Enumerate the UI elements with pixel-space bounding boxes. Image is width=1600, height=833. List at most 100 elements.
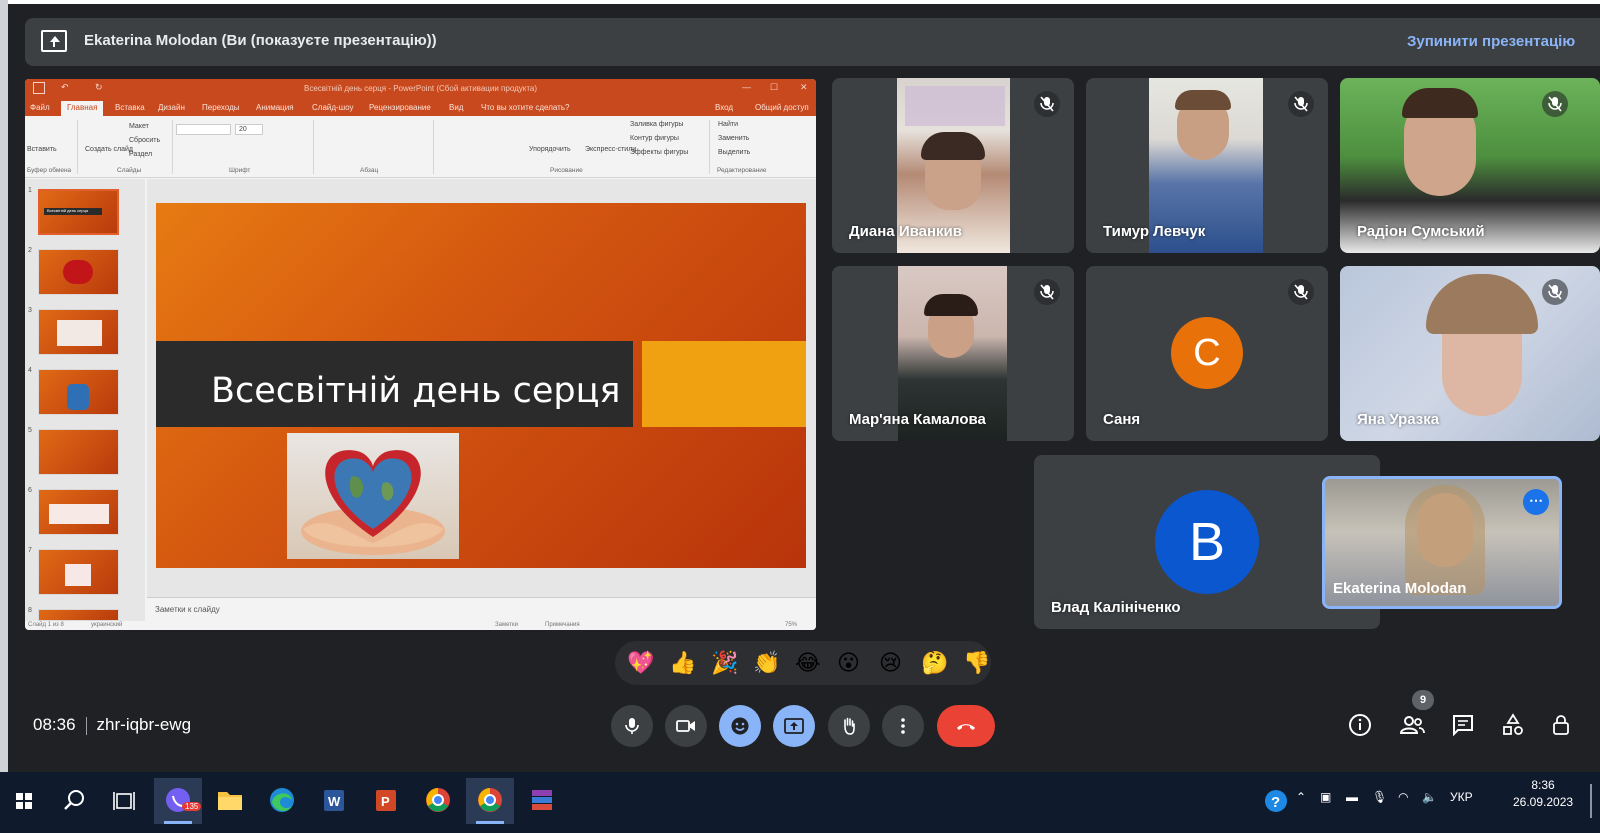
host-controls-icon[interactable]: [1550, 713, 1574, 737]
volume-icon[interactable]: 🔈: [1422, 790, 1437, 804]
present-button[interactable]: [773, 705, 815, 747]
stop-presenting-button[interactable]: Зупинити презентацію: [1407, 33, 1575, 50]
reaction-party[interactable]: 🎉: [711, 651, 738, 676]
camera-button[interactable]: [665, 705, 707, 747]
redo-icon[interactable]: ↻: [95, 82, 103, 93]
select-button[interactable]: Выделить: [718, 149, 750, 156]
slide-thumb-8[interactable]: [38, 609, 119, 621]
activities-icon[interactable]: [1501, 713, 1525, 737]
find-button[interactable]: Найти: [718, 121, 738, 128]
taskbar-chrome[interactable]: [414, 778, 462, 824]
more-options-button[interactable]: [882, 705, 924, 747]
presenting-banner: Ekaterina Molodan (Ви (показуєте презент…: [25, 18, 1600, 66]
replace-button[interactable]: Заменить: [718, 135, 749, 142]
paste-button[interactable]: Вставить: [27, 146, 57, 153]
comments-toggle[interactable]: Примечания: [545, 622, 580, 628]
chevron-up-icon[interactable]: ⌃: [1296, 790, 1306, 804]
slide-thumb-3[interactable]: [38, 309, 119, 355]
tab-transitions[interactable]: Переходы: [202, 103, 240, 112]
shape-fill-button[interactable]: Заливка фигуры: [630, 121, 683, 128]
font-family-field[interactable]: [176, 124, 231, 135]
info-icon[interactable]: [1348, 713, 1372, 737]
shape-effects-button[interactable]: Эффекты фигуры: [630, 149, 688, 156]
reset-button[interactable]: Сбросить: [129, 137, 160, 144]
search-button[interactable]: [50, 778, 98, 824]
slide-thumb-7[interactable]: [38, 549, 119, 595]
tab-home[interactable]: Главная: [61, 101, 104, 116]
microphone-icon[interactable]: 🎙: [1372, 790, 1387, 804]
layout-button[interactable]: Макет: [129, 123, 149, 130]
login-link[interactable]: Вход: [715, 103, 733, 112]
participant-tile[interactable]: Радіон Сумський: [1340, 78, 1600, 253]
leave-call-button[interactable]: [937, 705, 995, 747]
notes-toggle[interactable]: Заметки: [495, 622, 518, 628]
participant-tile[interactable]: Диана Иванкив: [832, 78, 1074, 253]
notes-pane[interactable]: Заметки к слайду: [147, 597, 816, 621]
reaction-laugh[interactable]: 😂: [795, 651, 821, 676]
self-view-tile[interactable]: ⋯ Ekaterina Molodan: [1322, 476, 1562, 609]
font-size-field[interactable]: 20: [235, 124, 263, 135]
taskbar-winrar[interactable]: [518, 778, 566, 824]
taskbar-viber[interactable]: 135: [154, 778, 202, 824]
reaction-thumbs-up[interactable]: 👍: [669, 651, 696, 676]
slide-thumb-5[interactable]: [38, 429, 119, 475]
tell-me-search[interactable]: Что вы хотите сделать?: [481, 103, 569, 112]
taskbar-file-explorer[interactable]: [206, 778, 254, 824]
reaction-sparkling-heart[interactable]: 💖: [627, 651, 654, 676]
people-icon[interactable]: [1399, 713, 1425, 737]
ppt-statusbar: Слайд 1 из 8 украинский Заметки Примечан…: [25, 621, 816, 630]
close-icon[interactable]: ✕: [800, 82, 808, 93]
tab-review[interactable]: Рецензирование: [369, 103, 431, 112]
undo-icon[interactable]: ↶: [61, 82, 69, 93]
shape-outline-button[interactable]: Контур фигуры: [630, 135, 679, 142]
tab-view[interactable]: Вид: [449, 103, 463, 112]
svg-text:P: P: [381, 794, 390, 809]
tab-slideshow[interactable]: Слайд-шоу: [312, 103, 353, 112]
group-editing: Редактирование: [717, 167, 767, 174]
meet-now-icon[interactable]: ▣: [1320, 790, 1331, 804]
reaction-thumbs-down[interactable]: 👎: [963, 651, 990, 676]
taskbar-chrome-active[interactable]: [466, 778, 514, 824]
chat-icon[interactable]: [1451, 713, 1475, 737]
tab-file[interactable]: Файл: [30, 103, 50, 112]
slide-thumb-1[interactable]: Всесвітній день серця: [38, 189, 119, 235]
taskbar-word[interactable]: W: [310, 778, 358, 824]
participant-tile[interactable]: Мар'яна Камалова: [832, 266, 1074, 441]
reaction-thinking[interactable]: 🤔: [921, 651, 948, 676]
language-indicator[interactable]: УКР: [1450, 790, 1473, 804]
help-icon[interactable]: ?: [1263, 788, 1289, 814]
reaction-surprised[interactable]: 😮: [837, 651, 860, 676]
share-button[interactable]: Общий доступ: [755, 103, 809, 112]
mic-button[interactable]: [611, 705, 653, 747]
emoji-button[interactable]: [719, 705, 761, 747]
battery-icon[interactable]: ▬: [1346, 790, 1358, 804]
quick-styles-button[interactable]: Экспресс-стили: [585, 146, 636, 153]
self-more-options-icon[interactable]: ⋯: [1523, 489, 1549, 515]
participant-tile[interactable]: Яна Уразка: [1340, 266, 1600, 441]
slide-thumb-6[interactable]: [38, 489, 119, 535]
save-icon[interactable]: [33, 82, 45, 94]
new-slide-button[interactable]: Создать слайд: [85, 146, 133, 153]
arrange-button[interactable]: Упорядочить: [529, 146, 571, 153]
section-button[interactable]: Раздел: [129, 151, 152, 158]
taskbar-edge[interactable]: [258, 778, 306, 824]
tab-insert[interactable]: Вставка: [115, 103, 145, 112]
slide-thumb-4[interactable]: [38, 369, 119, 415]
tab-animation[interactable]: Анимация: [256, 103, 294, 112]
minimize-icon[interactable]: —: [742, 82, 751, 92]
system-clock[interactable]: 8:36 26.09.2023: [1513, 777, 1573, 811]
maximize-icon[interactable]: ☐: [770, 82, 778, 93]
task-view-button[interactable]: [100, 778, 148, 824]
zoom-level[interactable]: 75%: [785, 622, 797, 628]
slide-thumb-2[interactable]: [38, 249, 119, 295]
show-desktop-button[interactable]: [1590, 784, 1592, 818]
taskbar-powerpoint[interactable]: P: [362, 778, 410, 824]
raise-hand-button[interactable]: [828, 705, 870, 747]
reaction-cry[interactable]: 😢: [879, 651, 902, 676]
start-button[interactable]: [0, 778, 48, 824]
participant-tile[interactable]: Тимур Левчук: [1086, 78, 1328, 253]
wifi-icon[interactable]: ◠: [1398, 790, 1408, 804]
tab-design[interactable]: Дизайн: [158, 103, 185, 112]
participant-tile[interactable]: С Саня: [1086, 266, 1328, 441]
reaction-clap[interactable]: 👏: [753, 651, 780, 676]
